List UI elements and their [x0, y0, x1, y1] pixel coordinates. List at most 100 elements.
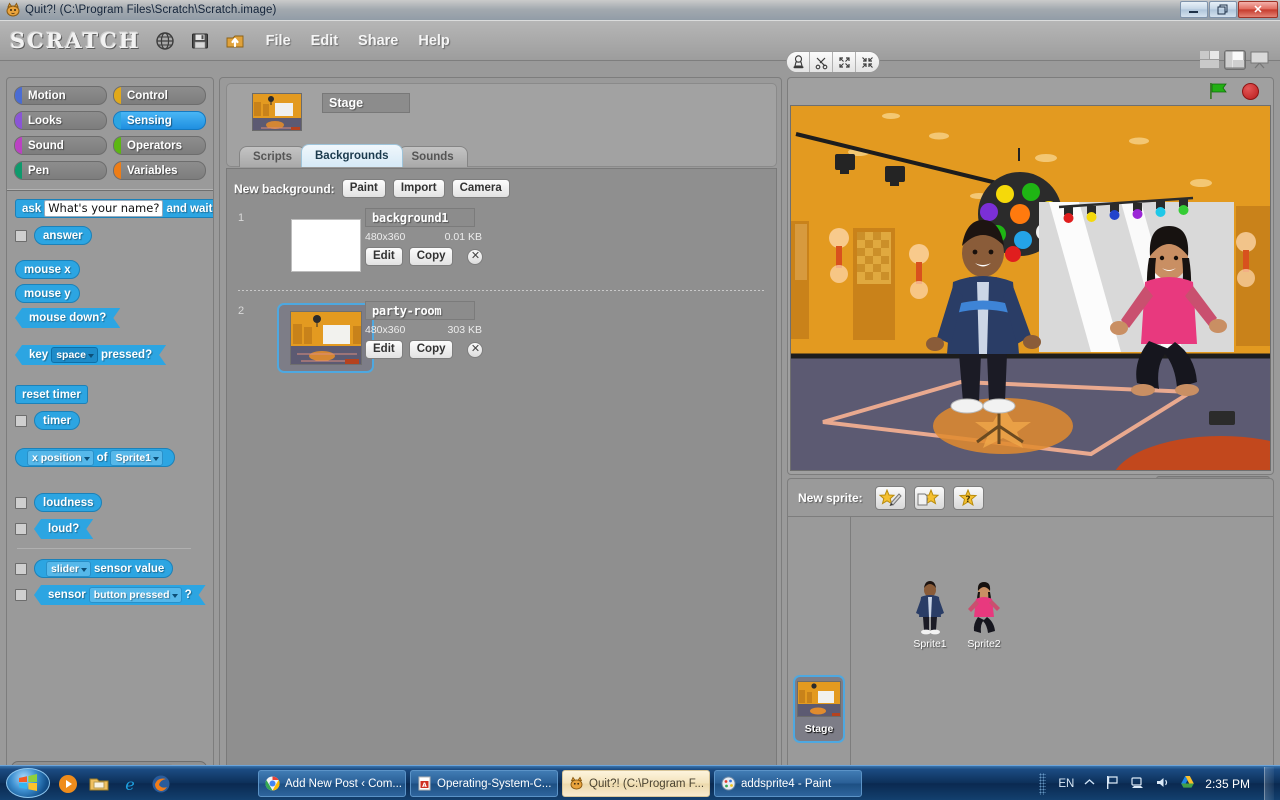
background-list-item[interactable]: 2 party-room 480x360 303 KB Edit Copy ✕ [232, 299, 771, 384]
stage-canvas[interactable] [790, 105, 1271, 471]
mouse-down-block[interactable]: mouse down? [15, 308, 120, 328]
party-room-art [289, 311, 362, 365]
paint-new-sprite-button[interactable] [874, 485, 906, 510]
scissors-icon[interactable] [810, 52, 833, 72]
key-dropdown[interactable]: space [51, 347, 98, 363]
paint-background-button[interactable]: Paint [341, 179, 386, 198]
target-sprite-dropdown[interactable]: Sprite1 [110, 449, 164, 466]
stage-list-item[interactable]: Stage [793, 675, 845, 743]
loudness-block[interactable]: loudness [34, 493, 103, 512]
delete-background-button[interactable]: ✕ [467, 248, 484, 265]
category-variables[interactable]: Variables [113, 161, 206, 180]
green-flag-icon[interactable] [1208, 82, 1229, 100]
presentation-mode[interactable] [1250, 51, 1270, 69]
tab-sounds[interactable]: Sounds [397, 146, 468, 167]
background-thumbnail[interactable] [277, 303, 374, 373]
timer-block[interactable]: timer [34, 411, 81, 430]
edit-background-button[interactable]: Edit [365, 247, 403, 266]
answer-block[interactable]: answer [34, 226, 92, 245]
category-sound[interactable]: Sound [14, 136, 107, 155]
background-name-field[interactable]: background1 [365, 208, 475, 227]
mouse-y-block[interactable]: mouse y [15, 284, 80, 303]
taskbar-button-paint[interactable]: addsprite4 - Paint [714, 770, 862, 797]
answer-watcher-checkbox[interactable] [15, 229, 27, 242]
camera-background-button[interactable]: Camera [451, 179, 510, 198]
taskbar-button-chrome[interactable]: Add New Post ‹ Com... [258, 770, 406, 797]
surprise-sprite-button[interactable]: ? [952, 485, 984, 510]
import-sprite-button[interactable] [913, 485, 945, 510]
timer-watcher-checkbox[interactable] [15, 414, 27, 427]
import-background-button[interactable]: Import [392, 179, 445, 198]
copy-background-button[interactable]: Copy [408, 340, 454, 359]
menu-file[interactable]: File [266, 33, 291, 49]
sensor-value-watcher-checkbox[interactable] [15, 562, 27, 575]
firefox-icon[interactable] [151, 774, 171, 794]
stage-thumbnail[interactable] [252, 93, 302, 131]
taskbar-button-pdf[interactable]: A Operating-System-C... [410, 770, 558, 797]
network-icon[interactable] [1130, 775, 1145, 793]
attribute-dropdown[interactable]: x position [27, 449, 94, 466]
delete-background-button[interactable]: ✕ [467, 341, 484, 358]
key-pressed-block[interactable]: key space pressed? [15, 345, 166, 365]
media-player-icon[interactable] [58, 774, 78, 794]
internet-explorer-icon[interactable]: e [120, 774, 140, 794]
minimize-button[interactable] [1180, 1, 1208, 18]
category-sensing[interactable]: Sensing [113, 111, 206, 130]
volume-icon[interactable] [1155, 775, 1170, 793]
google-drive-icon[interactable] [1180, 775, 1195, 792]
background-thumbnail[interactable] [277, 210, 374, 280]
taskbar-button-scratch[interactable]: Quit?! (C:\Program F... [562, 770, 710, 797]
sensor-value-block[interactable]: slider sensor value [34, 559, 174, 578]
file-explorer-icon[interactable] [89, 774, 109, 794]
category-motion[interactable]: Motion [14, 86, 107, 105]
ask-and-wait-block[interactable]: ask What's your name? and wait [15, 199, 213, 218]
category-pen[interactable]: Pen [14, 161, 107, 180]
shrink-arrows-icon[interactable] [856, 52, 879, 72]
copy-background-button[interactable]: Copy [408, 247, 454, 266]
ask-question-input[interactable]: What's your name? [44, 200, 164, 217]
close-button[interactable]: ✕ [1238, 1, 1278, 18]
sensor-bool-watcher-checkbox[interactable] [15, 589, 27, 601]
stop-sign-icon[interactable] [1242, 83, 1259, 100]
language-indicator[interactable]: EN [1058, 778, 1074, 790]
sprite-name-field[interactable]: Stage [322, 93, 410, 113]
small-stage-view[interactable] [1200, 51, 1220, 69]
normal-stage-view[interactable] [1224, 50, 1246, 70]
attribute-of-block[interactable]: x position of Sprite1 [15, 448, 176, 467]
background-list-item[interactable]: 1 background1 480x360 0.01 KB Edit Copy [232, 206, 771, 291]
background-name-field[interactable]: party-room [365, 301, 475, 320]
mouse-x-block[interactable]: mouse x [15, 260, 80, 279]
start-button[interactable] [2, 767, 54, 799]
menu-edit[interactable]: Edit [311, 33, 338, 49]
loud-watcher-checkbox[interactable] [15, 523, 27, 535]
save-icon[interactable] [189, 30, 211, 52]
window-titlebar[interactable]: Quit?! (C:\Program Files\Scratch\Scratch… [0, 0, 1280, 21]
svg-text:?: ? [966, 495, 971, 505]
sensor-dropdown[interactable]: slider [46, 560, 92, 577]
menu-help[interactable]: Help [418, 33, 449, 49]
globe-icon[interactable] [154, 30, 176, 52]
menu-share[interactable]: Share [358, 33, 398, 49]
share-upload-icon[interactable] [224, 30, 246, 52]
loudness-watcher-checkbox[interactable] [15, 496, 27, 509]
loud-block[interactable]: loud? [34, 519, 93, 539]
sprite-list-item[interactable]: Sprite1 [899, 581, 961, 650]
action-center-flag-icon[interactable] [1105, 775, 1120, 793]
stamp-icon[interactable] [787, 52, 810, 72]
sensor-bool-block[interactable]: sensor button pressed ? [34, 585, 206, 605]
tab-backgrounds[interactable]: Backgrounds [301, 144, 403, 167]
grow-arrows-icon[interactable] [833, 52, 856, 72]
restore-button[interactable] [1209, 1, 1237, 18]
sprite-list-item[interactable]: Sprite2 [953, 581, 1015, 650]
show-desktop-button[interactable] [1264, 767, 1274, 800]
category-control[interactable]: Control [113, 86, 206, 105]
reset-timer-block[interactable]: reset timer [15, 385, 88, 404]
edit-background-button[interactable]: Edit [365, 340, 403, 359]
tab-scripts[interactable]: Scripts [239, 146, 306, 167]
sensor-bool-dropdown[interactable]: button pressed [89, 587, 182, 603]
category-operators[interactable]: Operators [113, 136, 206, 155]
category-looks[interactable]: Looks [14, 111, 107, 130]
show-hidden-icons-arrow[interactable] [1084, 778, 1095, 790]
taskbar-clock[interactable]: 2:35 PM [1205, 777, 1250, 791]
party-room-stage-art [791, 106, 1270, 470]
